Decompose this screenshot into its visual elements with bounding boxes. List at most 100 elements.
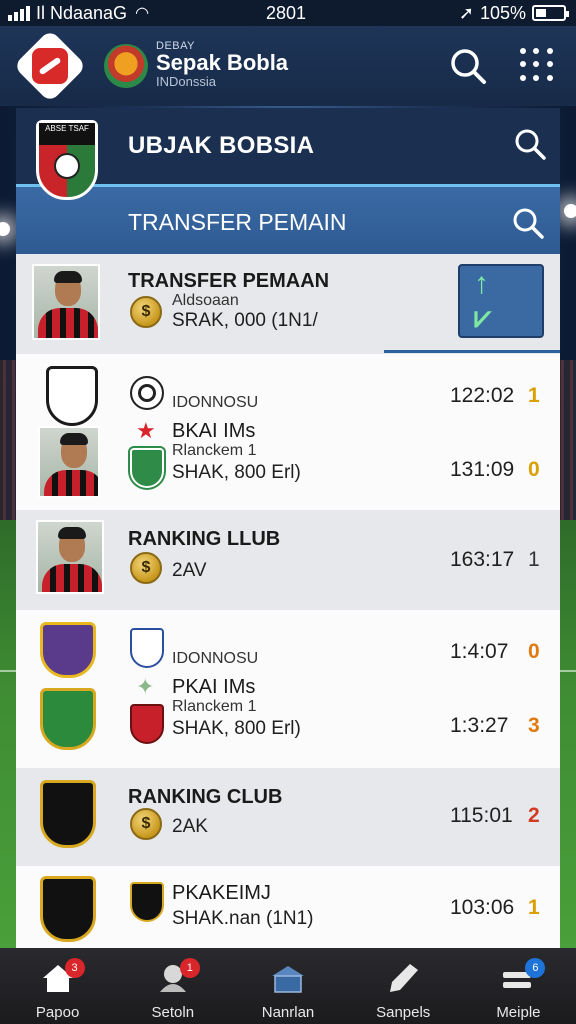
club-crest-icon — [40, 688, 96, 750]
home-icon: 3 — [39, 958, 85, 994]
status-bar: Il NdaanaG ◠ 2801 ➚ 105% — [0, 0, 576, 26]
battery-percent: 105% — [479, 2, 526, 23]
coin-icon: $ — [130, 552, 162, 584]
match-score: 1 — [528, 896, 540, 919]
ranking-card[interactable]: RANKING CLUB $ 2AK 115:01 2 — [16, 768, 560, 866]
team-label: SHAK, 800 Erl) — [172, 462, 301, 483]
match-score: 2 — [528, 804, 540, 827]
transfer-card[interactable]: TRANSFER PEMAAN $ Aldsoaan SRAK, 000 (1N… — [16, 254, 560, 354]
search-icon[interactable] — [448, 46, 488, 86]
football-icon — [130, 376, 164, 410]
nav-item-boots[interactable]: Sanpels — [346, 948, 461, 1024]
divider — [384, 350, 560, 353]
match-card[interactable]: IDONNOSU ✦ PKAI IMs Rlanckem 1 SHAK, 800… — [16, 610, 560, 768]
notification-badge: 6 — [525, 958, 546, 978]
player-avatar — [38, 426, 100, 498]
team-label: IDONNOSU — [172, 650, 259, 667]
coin-icon: $ — [130, 296, 162, 328]
match-time: 131:09 — [450, 458, 515, 481]
coin-icon: $ — [130, 808, 162, 840]
nav-item-profile[interactable]: 6 Meiple — [461, 948, 576, 1024]
transfer-panel[interactable]: TRANSFER PEMAIN — [16, 184, 560, 254]
app-header: DEBAY Sepak Bobla INDonssia — [0, 26, 576, 106]
club-crest-icon — [46, 366, 98, 426]
club-title: UBJAK BOBSIA — [128, 132, 315, 159]
card-title: PKAKEIMJ — [172, 882, 271, 904]
star-icon: ★ — [136, 418, 156, 443]
club-crest-icon — [130, 882, 164, 922]
profile-icon: 6 — [499, 958, 546, 994]
notification-badge: 1 — [179, 958, 200, 978]
floodlight — [564, 204, 576, 218]
team-icon: 1 — [154, 958, 200, 994]
nav-label: Sanpels — [376, 1004, 431, 1021]
battery-icon — [532, 5, 569, 21]
star-icon: ✦ — [136, 674, 155, 699]
card-value: 2AV — [172, 560, 207, 581]
status-time: 2801 — [266, 2, 307, 23]
match-time: 1:4:07 — [450, 640, 509, 663]
brand-mascot-icon — [104, 44, 148, 88]
match-time: 103:06 — [450, 896, 515, 919]
card-line: Aldsoaan — [172, 292, 239, 309]
match-score: 0 — [528, 458, 540, 481]
transfer-action-button[interactable]: ↑ ⩗ — [458, 264, 544, 338]
team-label: Rlanckem 1 — [172, 442, 257, 459]
club-crest-icon — [130, 628, 164, 668]
match-time: 122:02 — [450, 384, 515, 407]
team-label: PKAI IMs — [172, 676, 256, 698]
match-time: 115:01 — [450, 804, 513, 827]
signal-icon — [8, 5, 30, 21]
nav-label: Setoln — [151, 1004, 195, 1021]
team-label: SHAK, 800 Erl) — [172, 718, 301, 739]
club-crest-icon — [130, 448, 164, 488]
player-avatar — [32, 264, 100, 340]
club-crest-icon — [40, 780, 96, 848]
card-title: RANKING LLUB — [128, 528, 281, 550]
match-time: 163:17 — [450, 548, 515, 571]
nav-label: Nanrlan — [261, 1004, 315, 1021]
notification-badge: 3 — [64, 958, 85, 978]
nav-item-team[interactable]: 1 Setoln — [115, 948, 230, 1024]
card-line: SRAK, 000 (1N1/ — [172, 310, 318, 331]
card-value: 2AK — [172, 816, 208, 837]
club-crest-icon — [130, 704, 164, 744]
nav-item-home[interactable]: 3 Papoo — [0, 948, 115, 1024]
club-crest-icon: ABSE TSAF — [36, 120, 98, 200]
match-score: 0 — [528, 640, 540, 663]
card-title: TRANSFER PEMAAN — [128, 270, 330, 292]
bottom-nav: 3 Papoo 1 Setoln Nanrlan Sanpels 6 Meipl… — [0, 948, 576, 1024]
ranking-card[interactable]: RANKING LLUB $ 2AV 163:17 1 — [16, 510, 560, 610]
team-label: Rlanckem 1 — [172, 698, 257, 715]
floodlight — [0, 222, 10, 236]
boot-icon — [384, 962, 422, 994]
player-card[interactable]: PKAKEIMJ SHAK.nan (1N1) 103:06 1 — [16, 866, 560, 948]
club-crest-icon — [40, 876, 96, 942]
menu-grid-icon[interactable] — [520, 48, 554, 82]
club-header-panel: ABSE TSAF UBJAK BOBSIA — [16, 108, 560, 200]
location-icon: ➚ — [458, 2, 474, 23]
stadium-icon — [269, 962, 307, 994]
search-icon[interactable] — [510, 205, 546, 241]
player-avatar — [36, 520, 104, 594]
brand-subtitle: INDonssia — [156, 74, 216, 89]
carrier-name: Il NdaanaG — [36, 2, 128, 23]
team-label: IDONNOSU — [172, 394, 259, 411]
team-label: BKAI IMs — [172, 420, 256, 442]
wifi-icon: ◠ — [135, 5, 150, 22]
brand-title: Sepak Bobla — [156, 50, 289, 75]
search-icon[interactable] — [512, 126, 548, 162]
card-title: RANKING CLUB — [128, 786, 283, 808]
match-score: 3 — [528, 714, 540, 737]
match-score: 1 — [528, 384, 540, 407]
transfer-panel-title: TRANSFER PEMAIN — [128, 209, 347, 235]
match-time: 1:3:27 — [450, 714, 509, 737]
club-crest-icon — [40, 622, 96, 678]
card-subtitle: SHAK.nan (1N1) — [172, 908, 314, 929]
match-score: 1 — [528, 548, 540, 571]
app-logo-icon[interactable] — [13, 29, 87, 103]
match-card[interactable]: IDONNOSU ★ BKAI IMs Rlanckem 1 SHAK, 800… — [16, 354, 560, 510]
nav-label: Papoo — [35, 1004, 80, 1021]
nav-label: Meiple — [496, 1004, 541, 1021]
nav-item-stadium[interactable]: Nanrlan — [230, 948, 345, 1024]
